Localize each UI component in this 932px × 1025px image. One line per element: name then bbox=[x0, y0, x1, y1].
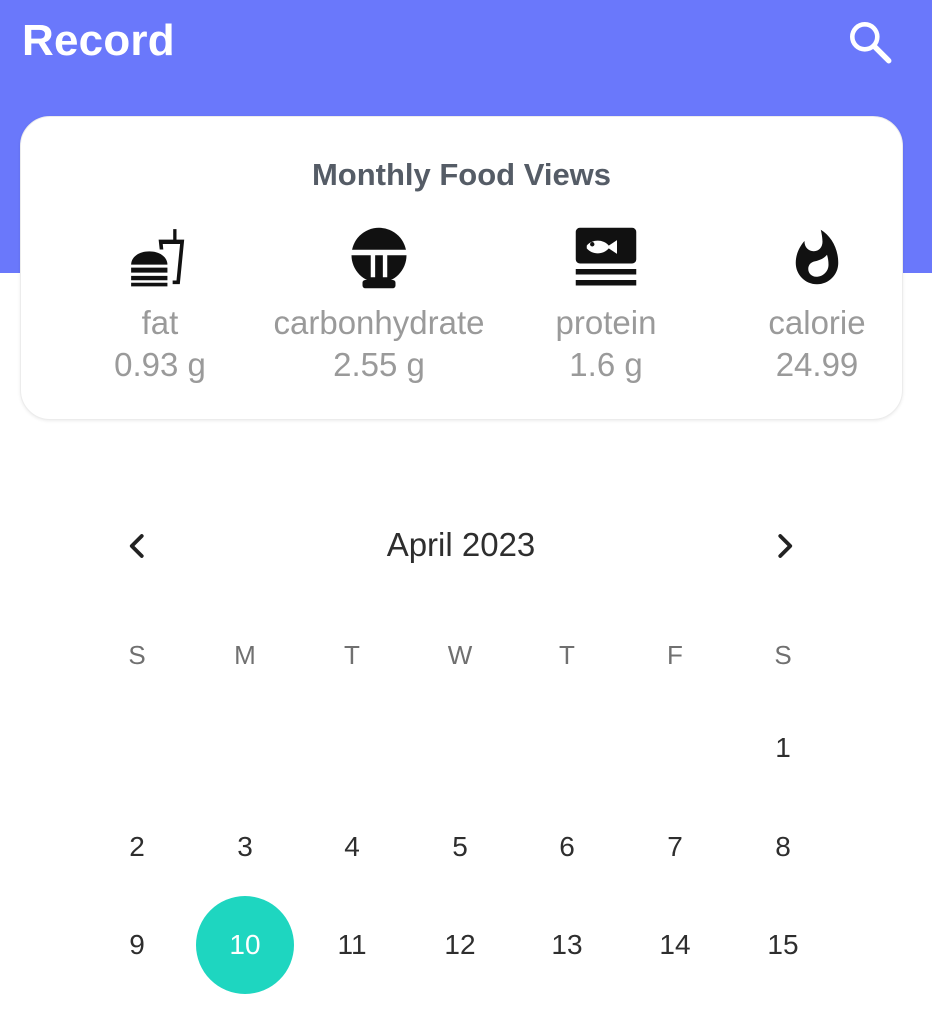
calendar-header: April 2023 bbox=[0, 518, 932, 574]
calendar-day[interactable]: 14 bbox=[625, 925, 725, 965]
calendar-day[interactable]: 7 bbox=[625, 827, 725, 867]
fire-icon bbox=[697, 225, 932, 291]
calendar-day[interactable]: 3 bbox=[195, 827, 295, 867]
card-title: Monthly Food Views bbox=[311, 157, 612, 192]
set-meal-icon bbox=[486, 225, 726, 291]
calendar-day[interactable]: 5 bbox=[410, 827, 510, 867]
chevron-right-icon bbox=[778, 534, 793, 558]
nutrient-label: fat bbox=[141, 304, 179, 341]
search-icon bbox=[850, 22, 892, 64]
calendar-day[interactable]: 15 bbox=[733, 925, 833, 965]
monthly-food-card: Monthly Food Views fat 0.93 g carbonhydr… bbox=[20, 116, 903, 420]
calendar-day-selected[interactable]: 10 bbox=[196, 896, 294, 994]
nutrient-label: protein bbox=[555, 304, 657, 341]
nutrient-protein: protein 1.6 g bbox=[486, 225, 726, 385]
weekday-sat: S bbox=[774, 640, 792, 670]
nutrient-label: calorie bbox=[768, 304, 866, 341]
calendar-day[interactable]: 13 bbox=[517, 925, 617, 965]
search-button[interactable] bbox=[842, 14, 898, 70]
calendar-day[interactable]: 6 bbox=[517, 827, 617, 867]
calendar-day[interactable]: 12 bbox=[410, 925, 510, 965]
weekday-tue: T bbox=[344, 640, 360, 670]
page-title: Record bbox=[22, 16, 175, 65]
weekday-wed: W bbox=[447, 640, 473, 670]
weekday-mon: M bbox=[234, 640, 256, 670]
nutrient-label: carbonhydrate bbox=[273, 304, 485, 341]
nutrient-value: 0.93 g bbox=[114, 346, 206, 383]
nutrient-value: 24.99 bbox=[775, 346, 859, 383]
weekday-fri: F bbox=[667, 640, 683, 670]
nutrient-value: 2.55 g bbox=[333, 346, 425, 383]
nutrient-value: 1.6 g bbox=[569, 346, 643, 383]
weekday-thu: T bbox=[559, 640, 575, 670]
nutrient-fat: fat 0.93 g bbox=[40, 225, 280, 385]
fastfood-icon bbox=[40, 225, 280, 291]
calendar-day[interactable]: 4 bbox=[302, 827, 402, 867]
calendar-day[interactable]: 9 bbox=[87, 925, 187, 965]
calendar-day[interactable]: 1 bbox=[733, 728, 833, 768]
nutrient-carbonhydrate: carbonhydrate 2.55 g bbox=[259, 225, 499, 385]
calendar-day[interactable]: 2 bbox=[87, 827, 187, 867]
calendar-day[interactable]: 8 bbox=[733, 827, 833, 867]
nutrient-calorie: calorie 24.99 bbox=[697, 225, 932, 385]
weekday-sun: S bbox=[128, 640, 146, 670]
next-month-button[interactable] bbox=[756, 518, 812, 574]
rice-bowl-icon bbox=[259, 225, 499, 291]
calendar-day[interactable]: 11 bbox=[302, 925, 402, 965]
